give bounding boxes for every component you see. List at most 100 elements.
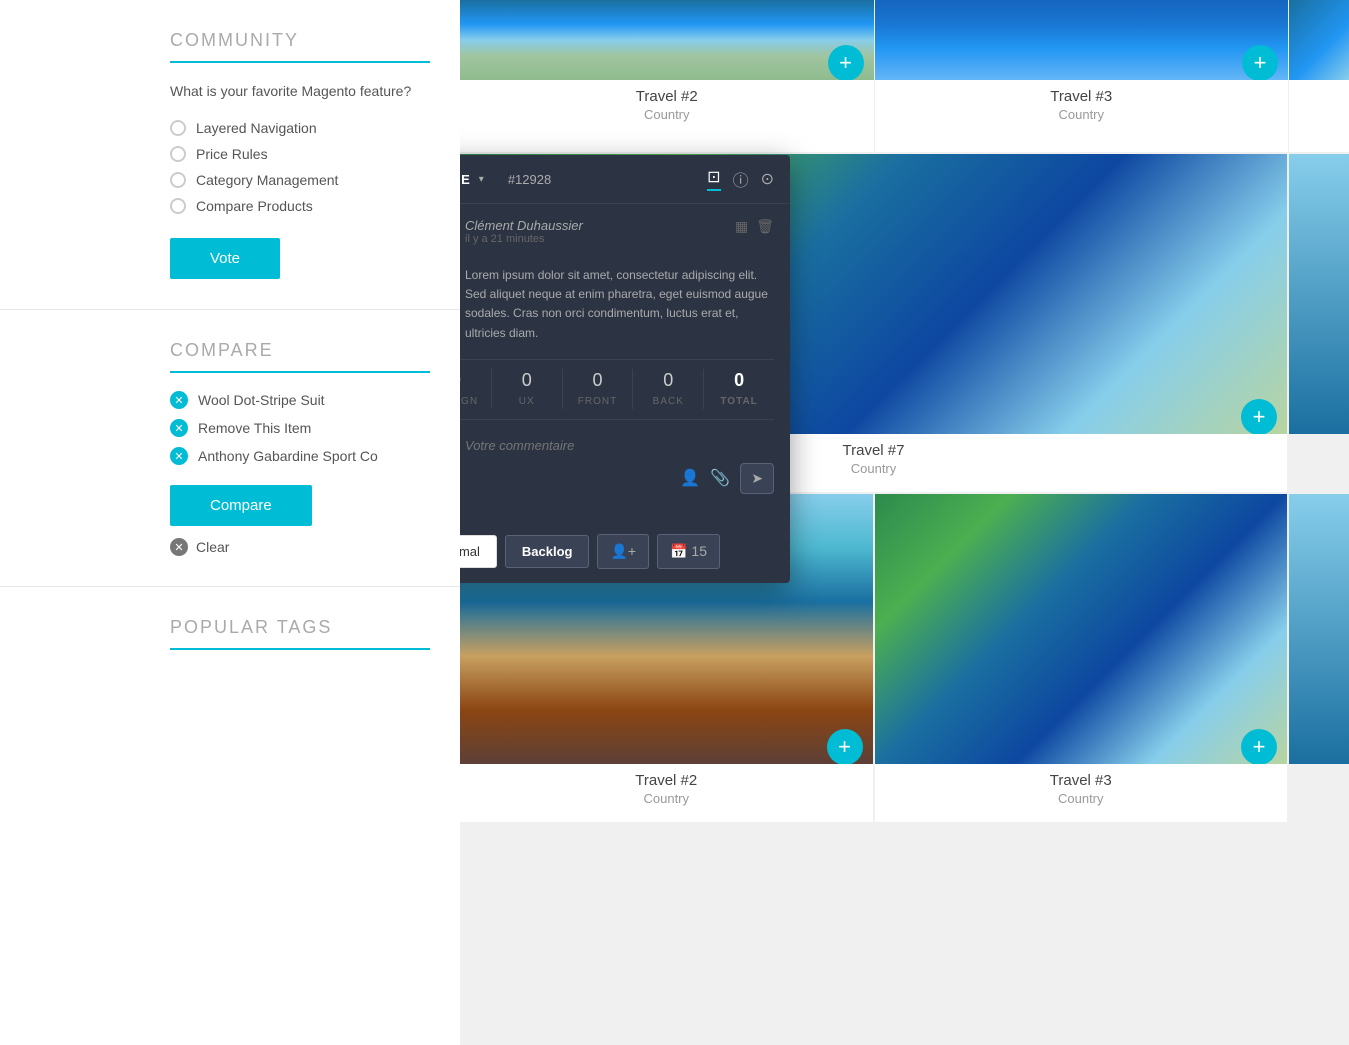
score-back-value: 0: [633, 370, 703, 391]
normal-button[interactable]: Normal: [460, 535, 497, 568]
community-section: COMMUNITY What is your favorite Magento …: [0, 0, 460, 310]
score-total-label: TOTAL: [720, 396, 757, 407]
travel-card-top-2-info: Travel #2 Country: [460, 80, 874, 138]
comment-input[interactable]: [465, 434, 774, 457]
radio-option-1[interactable]: Layered Navigation: [170, 120, 430, 136]
score-front: 0 FRONT: [563, 360, 633, 419]
radio-option-4[interactable]: Compare Products: [170, 198, 430, 214]
travel-card-top-2-title: Travel #2: [470, 88, 864, 105]
travel-card-bottom-3-title: Travel #3: [885, 772, 1278, 789]
compare-button[interactable]: Compare: [170, 485, 312, 526]
radio-option-3[interactable]: Category Management: [170, 172, 430, 188]
option-label-3: Category Management: [196, 172, 338, 188]
modal-type-label: TÂCHE: [460, 172, 471, 187]
score-ux: 0 UX: [492, 360, 562, 419]
radio-option-2[interactable]: Price Rules: [170, 146, 430, 162]
travel-card-bottom-2-add-button[interactable]: +: [827, 729, 863, 764]
send-button[interactable]: ➤: [740, 463, 774, 494]
score-ux-value: 0: [492, 370, 562, 391]
score-design-value: 0: [460, 370, 491, 391]
travel-card-bottom-2-title: Travel #2: [470, 772, 863, 789]
radio-circle-3: [170, 172, 186, 188]
modal-header: TÂCHE ▾ #12928 ⊡ ⓘ ⊙: [460, 155, 790, 204]
score-total-value: 0: [704, 370, 774, 391]
travel-card-top-3-subtitle: Country: [885, 107, 1279, 122]
remove-item-3-icon[interactable]: ✕: [170, 447, 188, 465]
option-label-4: Compare Products: [196, 198, 313, 214]
delete-action-icon[interactable]: 🗑: [756, 218, 774, 252]
radio-circle-4: [170, 198, 186, 214]
modal-header-icons: ⊡ ⓘ ⊙: [707, 167, 774, 191]
score-row: 0 DESIGN 0 UX 0 FRONT: [460, 359, 774, 420]
option-label-1: Layered Navigation: [196, 120, 317, 136]
compare-list: ✕ Wool Dot-Stripe Suit ✕ Remove This Ite…: [170, 391, 430, 465]
radio-circle-2: [170, 146, 186, 162]
top-card-row: + Travel #2 Country + Travel #3 Country: [460, 0, 1349, 152]
compare-item-2[interactable]: ✕ Remove This Item: [170, 419, 430, 437]
modal-footer: Normal Backlog 👤+ 📅 15: [460, 524, 790, 583]
compare-title: COMPARE: [170, 340, 430, 373]
compare-item-2-label: Remove This Item: [198, 420, 311, 436]
option-label-2: Price Rules: [196, 146, 268, 162]
comment-row: ⚇ Clément Duhaussier il y a 21 minutes ▦…: [460, 218, 774, 252]
travel-card-top-3-info: Travel #3 Country: [875, 80, 1289, 138]
travel-card-bottom-3-info: Travel #3 Country: [875, 764, 1288, 822]
backlog-button[interactable]: Backlog: [505, 535, 590, 568]
chevron-down-icon[interactable]: ▾: [479, 174, 484, 185]
score-design-label: DESIGN: [460, 396, 478, 407]
score-back: 0 BACK: [633, 360, 703, 419]
travel-card-top-2-add-button[interactable]: +: [828, 45, 864, 80]
travel-card-top-3-image: +: [875, 0, 1289, 80]
travel-card-top-2-subtitle: Country: [470, 107, 864, 122]
score-back-label: BACK: [653, 396, 684, 407]
compare-item-1[interactable]: ✕ Wool Dot-Stripe Suit: [170, 391, 430, 409]
clear-label: Clear: [196, 539, 229, 555]
travel-card-top-partial: [1289, 0, 1349, 152]
calendar-button[interactable]: 📅 15: [657, 534, 720, 569]
modal-ticket-number: #12928: [508, 172, 551, 187]
popular-section: POPULAR TAGS: [0, 587, 460, 680]
info-icon[interactable]: ⓘ: [733, 167, 749, 191]
compare-item-3-label: Anthony Gabardine Sport Co: [198, 448, 378, 464]
camera-icon[interactable]: ⊙: [761, 169, 774, 189]
mention-icon[interactable]: 👤: [680, 468, 700, 488]
radio-circle-1: [170, 120, 186, 136]
travel-card-7-add-button[interactable]: +: [1241, 399, 1277, 434]
commenter-name: Clément Duhaussier: [465, 218, 725, 233]
assign-user-button[interactable]: 👤+: [597, 534, 649, 569]
score-front-label: FRONT: [578, 396, 617, 407]
calendar-action-icon[interactable]: ▦: [735, 218, 748, 252]
travel-card-bottom-partial: [1289, 494, 1349, 822]
travel-card-bottom-3: + Travel #3 Country: [875, 494, 1288, 822]
community-title: COMMUNITY: [170, 30, 430, 63]
travel-card-top-2-image: +: [460, 0, 874, 80]
remove-item-2-icon[interactable]: ✕: [170, 419, 188, 437]
attachment-icon[interactable]: 📎: [710, 468, 730, 488]
clear-icon: ✕: [170, 538, 188, 556]
score-front-value: 0: [563, 370, 633, 391]
content-area: + Travel #2 Country + Travel #3 Country: [460, 0, 1349, 1045]
travel-card-bottom-2-subtitle: Country: [470, 791, 863, 806]
vote-button[interactable]: Vote: [170, 238, 280, 279]
task-modal: 1 TÂCHE ▾ #12928 ⊡ ⓘ ⊙: [460, 155, 790, 583]
travel-card-top-3-title: Travel #3: [885, 88, 1279, 105]
comment-time: il y a 21 minutes: [465, 233, 725, 245]
modal-body: ⚇ Clément Duhaussier il y a 21 minutes ▦…: [460, 204, 790, 524]
calendar-date: 15: [691, 543, 707, 559]
community-options: Layered Navigation Price Rules Category …: [170, 120, 430, 214]
sidebar: COMMUNITY What is your favorite Magento …: [0, 0, 460, 1045]
clear-row[interactable]: ✕ Clear: [170, 538, 430, 556]
travel-card-bottom-3-image: +: [875, 494, 1288, 764]
compare-item-3[interactable]: ✕ Anthony Gabardine Sport Co: [170, 447, 430, 465]
travel-card-top-3-add-button[interactable]: +: [1242, 45, 1278, 80]
score-total: 0 TOTAL: [704, 360, 774, 419]
copy-icon[interactable]: ⊡: [707, 167, 720, 191]
comment-input-area: 👤 📎 ➤: [465, 434, 774, 500]
comment-body: Lorem ipsum dolor sit amet, consectetur …: [460, 266, 774, 343]
travel-card-top-2: + Travel #2 Country: [460, 0, 875, 152]
remove-item-1-icon[interactable]: ✕: [170, 391, 188, 409]
travel-card-middle-partial: [1289, 154, 1349, 492]
travel-card-bottom-3-add-button[interactable]: +: [1241, 729, 1277, 764]
popular-title: POPULAR TAGS: [170, 617, 430, 650]
travel-card-bottom-2-info: Travel #2 Country: [460, 764, 873, 822]
